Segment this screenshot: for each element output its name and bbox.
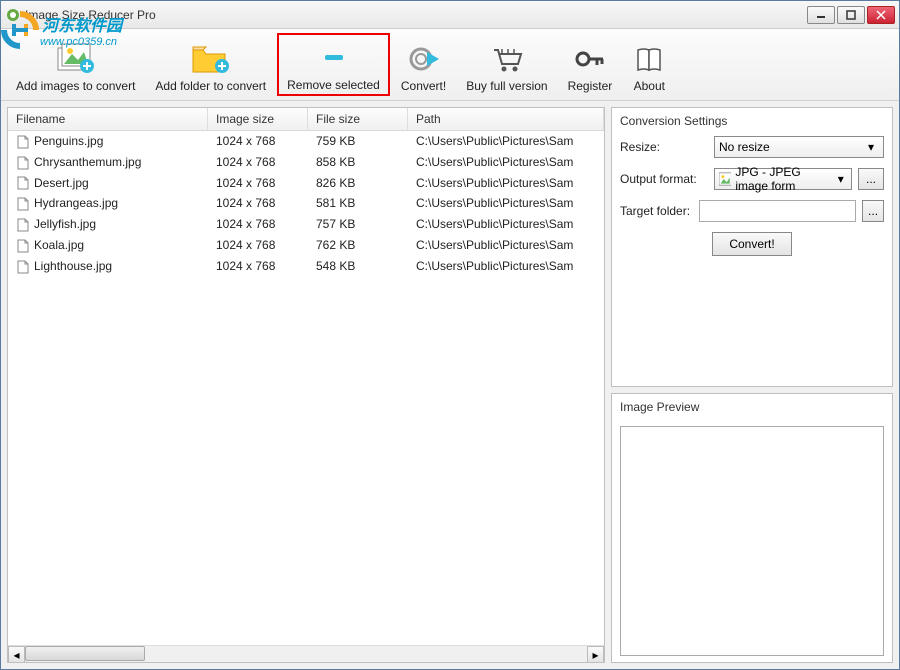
cell-path: C:\Users\Public\Pictures\Sam bbox=[408, 196, 604, 211]
table-row[interactable]: Lighthouse.jpg1024 x 768548 KBC:\Users\P… bbox=[8, 256, 604, 277]
table-row[interactable]: Jellyfish.jpg1024 x 768757 KBC:\Users\Pu… bbox=[8, 214, 604, 235]
horizontal-scrollbar[interactable]: ◂ ▸ bbox=[8, 645, 604, 662]
cell-filename: Lighthouse.jpg bbox=[8, 259, 208, 274]
cell-image-size: 1024 x 768 bbox=[208, 155, 308, 170]
scroll-thumb[interactable] bbox=[25, 646, 145, 661]
window-title: Image Size Reducer Pro bbox=[25, 8, 807, 22]
toolbar: Add images to convert Add folder to conv… bbox=[1, 29, 899, 101]
buy-full-version-button[interactable]: Buy full version bbox=[457, 33, 556, 96]
convert-action-button[interactable]: Convert! bbox=[712, 232, 791, 256]
scroll-left-button[interactable]: ◂ bbox=[8, 646, 25, 663]
table-row[interactable]: Penguins.jpg1024 x 768759 KBC:\Users\Pub… bbox=[8, 131, 604, 152]
table-row[interactable]: Chrysanthemum.jpg1024 x 768858 KBC:\User… bbox=[8, 152, 604, 173]
list-body[interactable]: Penguins.jpg1024 x 768759 KBC:\Users\Pub… bbox=[8, 131, 604, 645]
key-icon bbox=[573, 41, 607, 77]
output-format-select[interactable]: JPG - JPEG image form ▾ bbox=[714, 168, 852, 190]
watermark: 河东软件园 www.pc0359.cn bbox=[0, 10, 122, 50]
table-row[interactable]: Hydrangeas.jpg1024 x 768581 KBC:\Users\P… bbox=[8, 193, 604, 214]
resize-select[interactable]: No resize ▾ bbox=[714, 136, 884, 158]
cell-image-size: 1024 x 768 bbox=[208, 196, 308, 211]
watermark-url: www.pc0359.cn bbox=[40, 36, 122, 48]
add-folder-button[interactable]: Add folder to convert bbox=[146, 33, 275, 96]
resize-label: Resize: bbox=[620, 140, 708, 154]
cell-file-size: 581 KB bbox=[308, 196, 408, 211]
cell-filename: Penguins.jpg bbox=[8, 134, 208, 149]
convert-icon bbox=[407, 41, 441, 77]
settings-title: Conversion Settings bbox=[620, 114, 884, 128]
about-button[interactable]: About bbox=[623, 33, 675, 96]
preview-title: Image Preview bbox=[620, 400, 884, 414]
cell-path: C:\Users\Public\Pictures\Sam bbox=[408, 259, 604, 274]
cell-file-size: 826 KB bbox=[308, 176, 408, 191]
book-icon bbox=[632, 41, 666, 77]
main-window: Image Size Reducer Pro Add images to con… bbox=[0, 0, 900, 670]
format-options-button[interactable]: ... bbox=[858, 168, 884, 190]
watermark-site-name: 河东软件园 bbox=[42, 12, 122, 36]
scroll-right-button[interactable]: ▸ bbox=[587, 646, 604, 663]
target-folder-label: Target folder: bbox=[620, 204, 693, 218]
cell-filename: Hydrangeas.jpg bbox=[8, 196, 208, 211]
register-button[interactable]: Register bbox=[559, 33, 622, 96]
cell-image-size: 1024 x 768 bbox=[208, 259, 308, 274]
cell-filename: Jellyfish.jpg bbox=[8, 217, 208, 232]
cell-image-size: 1024 x 768 bbox=[208, 134, 308, 149]
cell-file-size: 762 KB bbox=[308, 238, 408, 253]
cart-icon bbox=[490, 41, 524, 77]
image-preview-panel: Image Preview bbox=[611, 393, 893, 663]
close-button[interactable] bbox=[867, 6, 895, 24]
cell-file-size: 548 KB bbox=[308, 259, 408, 274]
remove-icon bbox=[319, 40, 349, 76]
column-image-size[interactable]: Image size bbox=[208, 108, 308, 130]
add-folder-icon bbox=[191, 41, 231, 77]
cell-image-size: 1024 x 768 bbox=[208, 176, 308, 191]
table-row[interactable]: Koala.jpg1024 x 768762 KBC:\Users\Public… bbox=[8, 235, 604, 256]
browse-folder-button[interactable]: ... bbox=[862, 200, 884, 222]
titlebar[interactable]: Image Size Reducer Pro bbox=[1, 1, 899, 29]
cell-path: C:\Users\Public\Pictures\Sam bbox=[408, 134, 604, 149]
cell-filename: Koala.jpg bbox=[8, 238, 208, 253]
cell-image-size: 1024 x 768 bbox=[208, 217, 308, 232]
list-header: Filename Image size File size Path bbox=[8, 108, 604, 131]
target-folder-input[interactable] bbox=[699, 200, 856, 222]
watermark-logo-icon bbox=[0, 10, 40, 50]
preview-area bbox=[620, 426, 884, 656]
cell-filename: Desert.jpg bbox=[8, 176, 208, 191]
minimize-button[interactable] bbox=[807, 6, 835, 24]
cell-path: C:\Users\Public\Pictures\Sam bbox=[408, 217, 604, 232]
cell-file-size: 858 KB bbox=[308, 155, 408, 170]
chevron-down-icon: ▾ bbox=[863, 140, 879, 154]
maximize-button[interactable] bbox=[837, 6, 865, 24]
remove-selected-button[interactable]: Remove selected bbox=[277, 33, 390, 96]
chevron-down-icon: ▾ bbox=[835, 172, 847, 186]
cell-path: C:\Users\Public\Pictures\Sam bbox=[408, 176, 604, 191]
column-file-size[interactable]: File size bbox=[308, 108, 408, 130]
output-format-label: Output format: bbox=[620, 172, 708, 186]
jpg-icon bbox=[719, 171, 731, 187]
cell-filename: Chrysanthemum.jpg bbox=[8, 155, 208, 170]
conversion-settings-panel: Conversion Settings Resize: No resize ▾ … bbox=[611, 107, 893, 387]
cell-path: C:\Users\Public\Pictures\Sam bbox=[408, 155, 604, 170]
table-row[interactable]: Desert.jpg1024 x 768826 KBC:\Users\Publi… bbox=[8, 173, 604, 194]
column-filename[interactable]: Filename bbox=[8, 108, 208, 130]
cell-image-size: 1024 x 768 bbox=[208, 238, 308, 253]
convert-button[interactable]: Convert! bbox=[392, 33, 455, 96]
cell-file-size: 759 KB bbox=[308, 134, 408, 149]
cell-file-size: 757 KB bbox=[308, 217, 408, 232]
cell-path: C:\Users\Public\Pictures\Sam bbox=[408, 238, 604, 253]
file-list: Filename Image size File size Path Pengu… bbox=[7, 107, 605, 663]
column-path[interactable]: Path bbox=[408, 108, 604, 130]
